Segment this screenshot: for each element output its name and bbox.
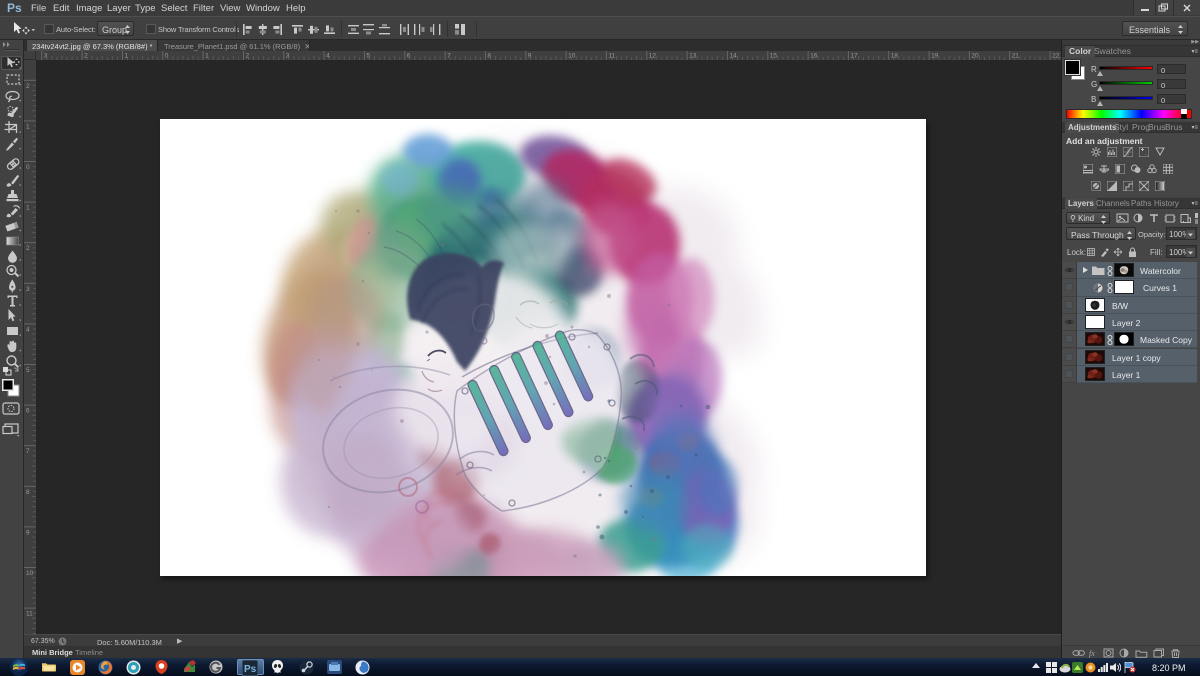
svg-text:1: 1 bbox=[125, 53, 129, 60]
svg-text:3: 3 bbox=[286, 53, 290, 60]
svg-text:5: 5 bbox=[26, 367, 30, 374]
svg-text:8: 8 bbox=[26, 489, 30, 496]
svg-text:17: 17 bbox=[850, 53, 858, 60]
svg-text:4: 4 bbox=[326, 53, 330, 60]
svg-text:4: 4 bbox=[26, 326, 30, 333]
svg-text:9: 9 bbox=[528, 53, 532, 60]
svg-text:8: 8 bbox=[487, 53, 491, 60]
svg-text:Ps: Ps bbox=[244, 664, 257, 675]
svg-text:1: 1 bbox=[26, 123, 30, 130]
svg-text:22: 22 bbox=[1052, 53, 1060, 60]
svg-text:fx: fx bbox=[1089, 649, 1095, 658]
svg-text:21: 21 bbox=[1012, 53, 1020, 60]
svg-text:2: 2 bbox=[84, 53, 88, 60]
svg-text:12: 12 bbox=[649, 53, 657, 60]
svg-text:1: 1 bbox=[26, 205, 30, 212]
svg-text:0: 0 bbox=[165, 53, 169, 60]
svg-text:2: 2 bbox=[246, 53, 250, 60]
svg-text:6: 6 bbox=[407, 53, 411, 60]
svg-text:7: 7 bbox=[26, 448, 30, 455]
svg-text:15: 15 bbox=[770, 53, 778, 60]
svg-text:11: 11 bbox=[26, 611, 33, 618]
svg-text:7: 7 bbox=[447, 53, 451, 60]
svg-text:9: 9 bbox=[26, 529, 30, 536]
svg-text:2: 2 bbox=[26, 245, 30, 252]
svg-text:3: 3 bbox=[44, 53, 48, 60]
svg-text:14: 14 bbox=[729, 53, 737, 60]
svg-text:3: 3 bbox=[26, 286, 30, 293]
svg-text:11: 11 bbox=[608, 53, 615, 60]
svg-text:5: 5 bbox=[366, 53, 370, 60]
svg-text:6: 6 bbox=[26, 408, 30, 415]
svg-text:20: 20 bbox=[971, 53, 979, 60]
svg-text:18: 18 bbox=[891, 53, 899, 60]
svg-text:19: 19 bbox=[931, 53, 939, 60]
svg-text:10: 10 bbox=[568, 53, 576, 60]
svg-text:10: 10 bbox=[26, 570, 34, 577]
svg-text:16: 16 bbox=[810, 53, 818, 60]
svg-text:0: 0 bbox=[26, 164, 30, 171]
svg-text:2: 2 bbox=[26, 83, 30, 90]
svg-text:13: 13 bbox=[689, 53, 697, 60]
svg-text:1: 1 bbox=[205, 53, 209, 60]
